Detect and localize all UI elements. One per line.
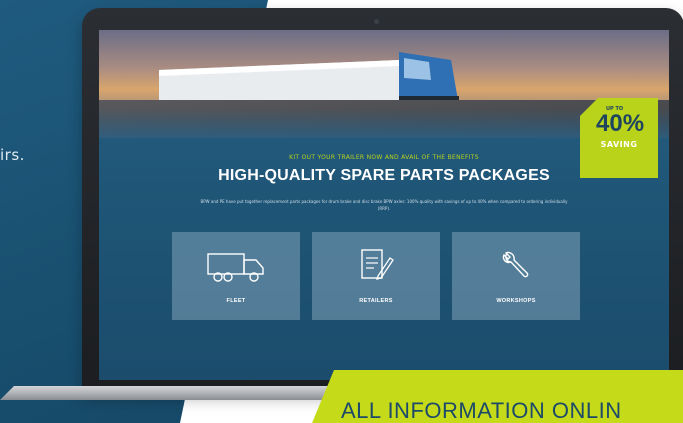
document-pen-icon <box>361 249 394 280</box>
truck-icon <box>207 253 264 282</box>
tile-label: FLEET <box>226 298 246 304</box>
tile-workshops[interactable]: WORKSHOPS <box>452 232 580 320</box>
side-text-fragment: irs. <box>0 146 25 164</box>
badge-saving-label: SAVING <box>600 140 638 149</box>
banner-text[interactable]: ALL INFORMATION ONLIN <box>341 398 622 423</box>
saving-badge: UP TO 40% SAVING <box>580 98 658 178</box>
page-headline: HIGH-QUALITY SPARE PARTS PACKAGES <box>218 167 550 184</box>
tile-label: RETAILERS <box>359 298 393 304</box>
camera-dot <box>374 19 379 24</box>
badge-number: 40% <box>596 110 645 137</box>
wrench-icon <box>502 251 529 278</box>
kicker-text: KIT OUT YOUR TRAILER NOW AND AVAIL OF TH… <box>289 154 479 161</box>
tile-fleet[interactable]: FLEET <box>172 232 300 320</box>
description-text: BPW and PE have put together replacement… <box>200 199 568 211</box>
laptop-screen: UP TO 40% SAVING KIT OUT YOUR TRAILER NO… <box>99 30 669 380</box>
tile-retailers[interactable]: RETAILERS <box>312 232 440 320</box>
tile-label: WORKSHOPS <box>496 298 536 304</box>
